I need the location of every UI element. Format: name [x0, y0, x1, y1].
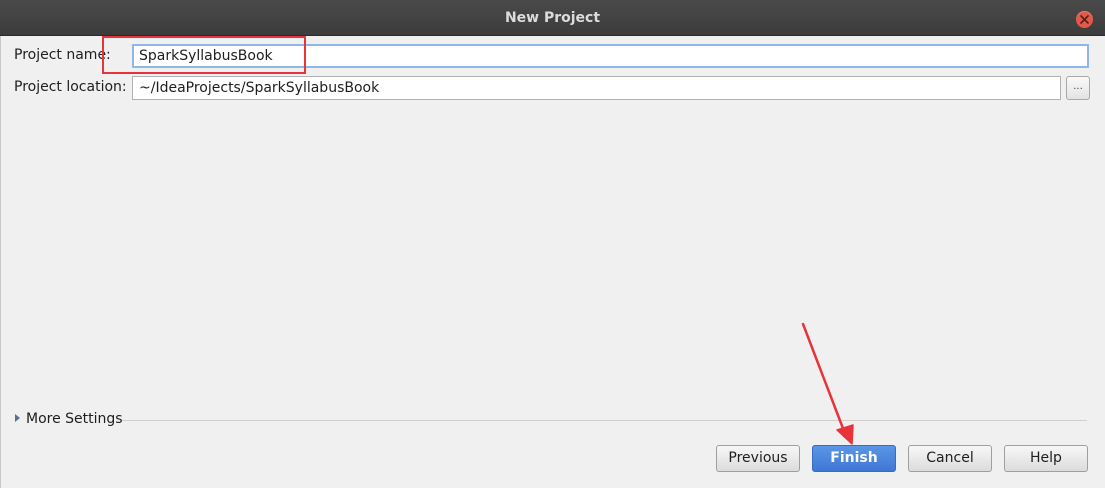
finish-button[interactable]: Finish: [812, 445, 896, 472]
close-button[interactable]: [1076, 11, 1093, 28]
more-settings-toggle[interactable]: More Settings: [15, 411, 123, 427]
project-name-label: Project name:: [14, 47, 111, 63]
close-icon: [1080, 15, 1089, 24]
previous-button[interactable]: Previous: [716, 445, 800, 472]
separator-line: [122, 420, 1087, 421]
help-button[interactable]: Help: [1004, 445, 1088, 472]
browse-location-button[interactable]: ...: [1066, 76, 1090, 100]
project-location-label: Project location:: [14, 79, 127, 95]
new-project-dialog: New Project Project name: Project locati…: [0, 0, 1105, 488]
cancel-button[interactable]: Cancel: [908, 445, 992, 472]
title-bar: New Project: [0, 0, 1105, 36]
triangle-right-icon: [15, 414, 20, 422]
project-location-input[interactable]: [132, 76, 1061, 100]
dialog-content: Project name: Project location: ... More…: [0, 36, 1105, 488]
more-settings-label: More Settings: [26, 411, 123, 427]
project-name-input[interactable]: [132, 44, 1089, 68]
window-title: New Project: [504, 10, 601, 26]
